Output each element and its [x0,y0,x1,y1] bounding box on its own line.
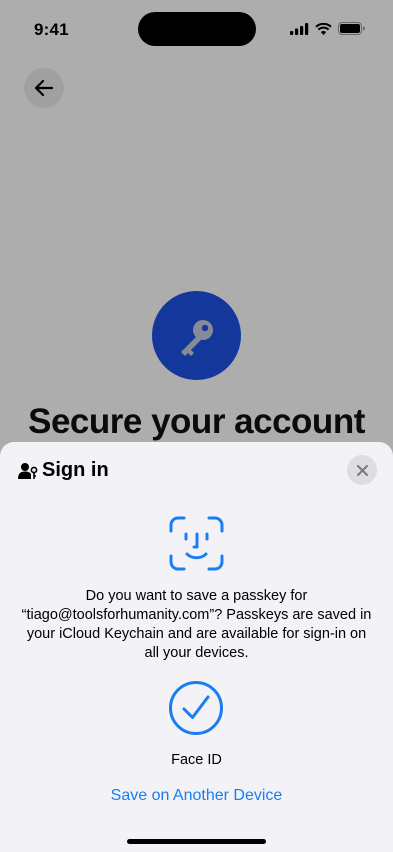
status-icons [290,22,365,35]
sheet-header: Sign in [18,459,109,482]
status-time: 9:41 [34,20,69,39]
dynamic-island [138,12,256,46]
status-bar: 9:41 [0,0,393,54]
cellular-signal-icon [290,22,309,35]
battery-icon [338,22,365,35]
sheet-title: Sign in [42,459,109,481]
passkey-sheet: Sign in Do you want to save a passkey fo… [0,442,393,852]
face-id-icon [169,516,224,571]
home-indicator[interactable] [127,839,266,844]
save-on-another-device-button[interactable]: Save on Another Device [0,787,393,805]
person-key-icon [18,462,38,479]
auth-method-label: Face ID [171,752,222,768]
close-button[interactable] [347,455,377,485]
close-icon [356,464,368,476]
wifi-icon [315,22,332,35]
checkmark-circle-icon [169,681,223,735]
passkey-message: Do you want to save a passkey for “tiago… [21,588,372,661]
